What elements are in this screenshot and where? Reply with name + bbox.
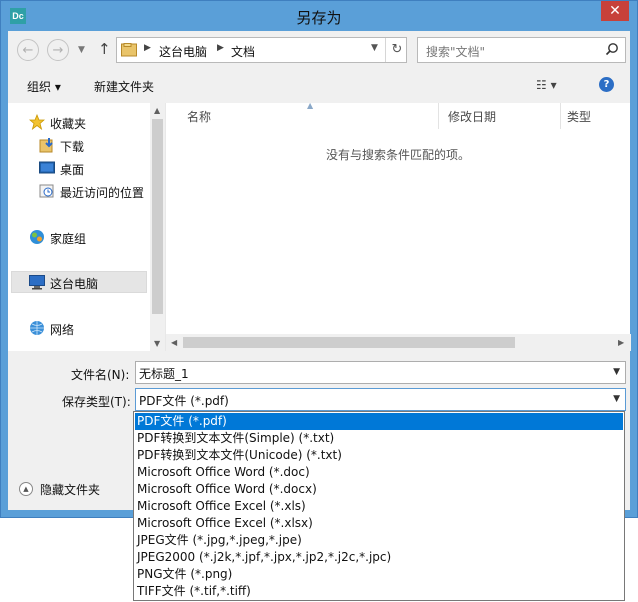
- desktop-icon: [39, 161, 55, 174]
- search-icon: [605, 43, 618, 56]
- filetype-option-xls[interactable]: Microsoft Office Excel (*.xls): [135, 498, 623, 515]
- filename-input[interactable]: 无标题_1 ▼: [135, 361, 626, 384]
- search-box[interactable]: 搜索"文档": [417, 37, 626, 63]
- filetype-option-doc[interactable]: Microsoft Office Word (*.doc): [135, 464, 623, 481]
- filetype-value: PDF文件 (*.pdf): [139, 394, 229, 408]
- filetype-option-docx[interactable]: Microsoft Office Word (*.docx): [135, 481, 623, 498]
- title-bar[interactable]: Dc 另存为 ✕: [1, 1, 637, 31]
- sidebar-item-recent[interactable]: 最近访问的位置: [60, 184, 144, 201]
- empty-message: 没有与搜索条件匹配的项。: [325, 148, 470, 162]
- filetype-option-xlsx[interactable]: Microsoft Office Excel (*.xlsx): [135, 515, 623, 532]
- dialog-title: 另存为: [296, 9, 342, 27]
- scroll-right-icon[interactable]: ▶: [618, 338, 624, 347]
- filetype-label: 保存类型(T):: [62, 395, 131, 409]
- filename-label: 文件名(N):: [71, 368, 130, 382]
- recent-locations-chevron-icon[interactable]: ▼: [78, 45, 85, 55]
- filetype-option-tiff[interactable]: TIFF文件 (*.tif,*.tiff): [135, 583, 623, 600]
- filename-value: 无标题_1: [139, 367, 189, 381]
- breadcrumb-documents[interactable]: 文档: [231, 43, 255, 60]
- star-icon: [29, 114, 45, 130]
- hide-folders-label: 隐藏文件夹: [40, 483, 101, 497]
- sidebar-item-this-pc[interactable]: 这台电脑: [50, 275, 98, 292]
- recent-places-icon: [39, 184, 54, 198]
- back-button[interactable]: ←: [17, 39, 39, 61]
- navigation-pane: 收藏夹 下载 桌面 最近访问的位置 家庭组 这台电脑 网络 ▲ ▼: [8, 103, 165, 351]
- file-list[interactable]: ▲ 名称 修改日期 类型 没有与搜索条件匹配的项。 ◀ ▶: [165, 101, 631, 351]
- filetype-dropdown-list[interactable]: PDF文件 (*.pdf) PDF转换到文本文件(Simple) (*.txt)…: [133, 411, 625, 601]
- scroll-left-icon[interactable]: ◀: [171, 338, 177, 347]
- column-header-modified[interactable]: 修改日期: [448, 108, 496, 125]
- address-bar[interactable]: ▶ 这台电脑 ▶ 文档 ▼ ↻: [116, 37, 407, 63]
- column-header-name[interactable]: 名称: [187, 108, 211, 125]
- refresh-button[interactable]: ↻: [385, 38, 408, 62]
- sidebar-item-downloads[interactable]: 下载: [60, 138, 84, 155]
- filetype-option-jpeg[interactable]: JPEG文件 (*.jpg,*.jpeg,*.jpe): [135, 532, 623, 549]
- close-button[interactable]: ✕: [601, 1, 629, 21]
- sidebar-item-homegroup[interactable]: 家庭组: [50, 230, 86, 247]
- address-dropdown-icon[interactable]: ▼: [371, 43, 378, 53]
- filetype-option-pdf[interactable]: PDF文件 (*.pdf): [135, 413, 623, 430]
- up-folder-button[interactable]: ↑: [98, 40, 111, 58]
- sidebar-item-network[interactable]: 网络: [50, 321, 74, 338]
- command-bar: 组织 ▾ 新建文件夹 ☷ ▾ ?: [8, 71, 630, 99]
- scrollbar-thumb[interactable]: [152, 119, 163, 314]
- file-list-scrollbar[interactable]: ◀ ▶: [166, 334, 631, 351]
- filetype-option-png[interactable]: PNG文件 (*.png): [135, 566, 623, 583]
- breadcrumb-separator-icon: ▶: [217, 43, 224, 53]
- breadcrumb-this-pc[interactable]: 这台电脑: [159, 43, 207, 60]
- folder-icon: [121, 43, 137, 57]
- filetype-option-txt-simple[interactable]: PDF转换到文本文件(Simple) (*.txt): [135, 430, 623, 447]
- forward-button[interactable]: →: [47, 39, 69, 61]
- nav-pane-scrollbar[interactable]: ▲ ▼: [150, 103, 165, 351]
- scrollbar-thumb[interactable]: [183, 337, 515, 348]
- sort-ascending-icon: ▲: [307, 101, 314, 110]
- filetype-option-txt-unicode[interactable]: PDF转换到文本文件(Unicode) (*.txt): [135, 447, 623, 464]
- download-folder-icon: [39, 138, 53, 153]
- new-folder-button[interactable]: 新建文件夹: [94, 78, 154, 95]
- chevron-up-icon: ▲: [19, 482, 33, 496]
- help-icon[interactable]: ?: [599, 77, 614, 92]
- filetype-select[interactable]: PDF文件 (*.pdf) ▼: [135, 388, 626, 411]
- sidebar-item-favorites[interactable]: 收藏夹: [50, 115, 86, 132]
- view-options-icon[interactable]: ☷ ▾: [536, 78, 557, 92]
- breadcrumb-separator-icon: ▶: [144, 43, 151, 53]
- network-icon: [30, 321, 44, 335]
- filetype-option-jpeg2000[interactable]: JPEG2000 (*.j2k,*.jpf,*.jpx,*.jp2,*.j2c,…: [135, 549, 623, 566]
- this-pc-icon: [29, 275, 45, 290]
- chevron-down-icon[interactable]: ▼: [613, 394, 620, 404]
- sidebar-item-desktop[interactable]: 桌面: [60, 161, 84, 178]
- search-placeholder: 搜索"文档": [426, 45, 486, 59]
- column-header-type[interactable]: 类型: [567, 108, 591, 125]
- column-divider[interactable]: [560, 103, 561, 129]
- organize-button[interactable]: 组织 ▾: [27, 78, 61, 95]
- chevron-down-icon[interactable]: ▼: [613, 367, 620, 377]
- scroll-up-icon[interactable]: ▲: [154, 106, 160, 115]
- scroll-down-icon[interactable]: ▼: [154, 339, 160, 348]
- column-divider[interactable]: [438, 103, 439, 129]
- homegroup-icon: [30, 230, 44, 244]
